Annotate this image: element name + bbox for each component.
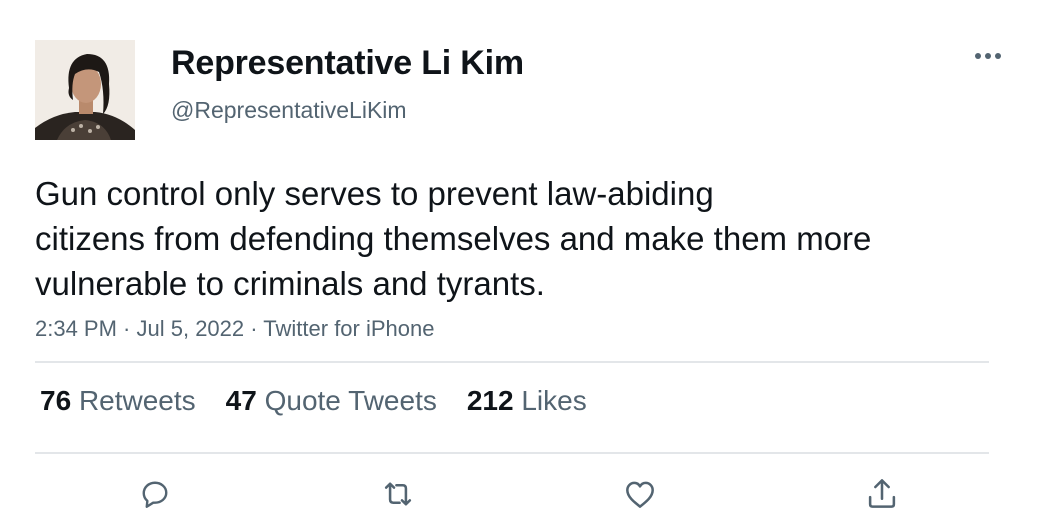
retweet-icon	[384, 482, 412, 506]
tweet-text-line: Gun control only serves to prevent law-a…	[35, 175, 714, 212]
like-button[interactable]	[618, 472, 662, 516]
likes-stat[interactable]: 212 Likes	[467, 385, 587, 417]
share-icon	[868, 479, 896, 508]
tweet-metadata: 2:34 PM · Jul 5, 2022 · Twitter for iPho…	[35, 316, 434, 342]
heart-icon	[626, 481, 654, 508]
meta-separator: ·	[244, 316, 264, 341]
avatar-photo	[35, 40, 135, 140]
divider	[35, 452, 989, 454]
author-display-name[interactable]: Representative Li Kim	[171, 44, 524, 83]
tweet-date[interactable]: Jul 5, 2022	[137, 316, 245, 341]
more-dots-icon	[975, 53, 1001, 59]
likes-count: 212	[466, 385, 514, 416]
quote-tweets-count: 47	[225, 385, 257, 416]
retweets-stat[interactable]: 76 Retweets	[40, 385, 196, 417]
meta-separator: ·	[116, 316, 137, 341]
engagement-stats: 76 Retweets 47 Quote Tweets 212 Likes	[40, 385, 617, 417]
tweet-source[interactable]: Twitter for iPhone	[263, 316, 434, 341]
author-handle[interactable]: @RepresentativeLiKim	[171, 97, 407, 124]
retweets-count: 76	[40, 385, 72, 416]
retweets-label: Retweets	[78, 385, 196, 416]
retweet-button[interactable]	[376, 472, 420, 516]
reply-icon	[142, 481, 168, 508]
avatar[interactable]	[35, 40, 135, 140]
quote-tweets-stat[interactable]: 47 Quote Tweets	[226, 385, 437, 417]
likes-label: Likes	[521, 385, 587, 416]
tweet-text-line: citizens from defending themselves and m…	[35, 220, 872, 257]
share-button[interactable]	[860, 472, 904, 516]
tweet-text: Gun control only serves to prevent law-a…	[35, 171, 995, 306]
reply-button[interactable]	[133, 472, 177, 516]
more-options-button[interactable]	[968, 40, 1008, 72]
tweet-text-line: vulnerable to criminals and tyrants.	[35, 265, 545, 302]
tweet-time[interactable]: 2:34 PM	[35, 316, 117, 341]
quote-tweets-label: Quote Tweets	[264, 385, 437, 416]
divider	[35, 361, 989, 363]
